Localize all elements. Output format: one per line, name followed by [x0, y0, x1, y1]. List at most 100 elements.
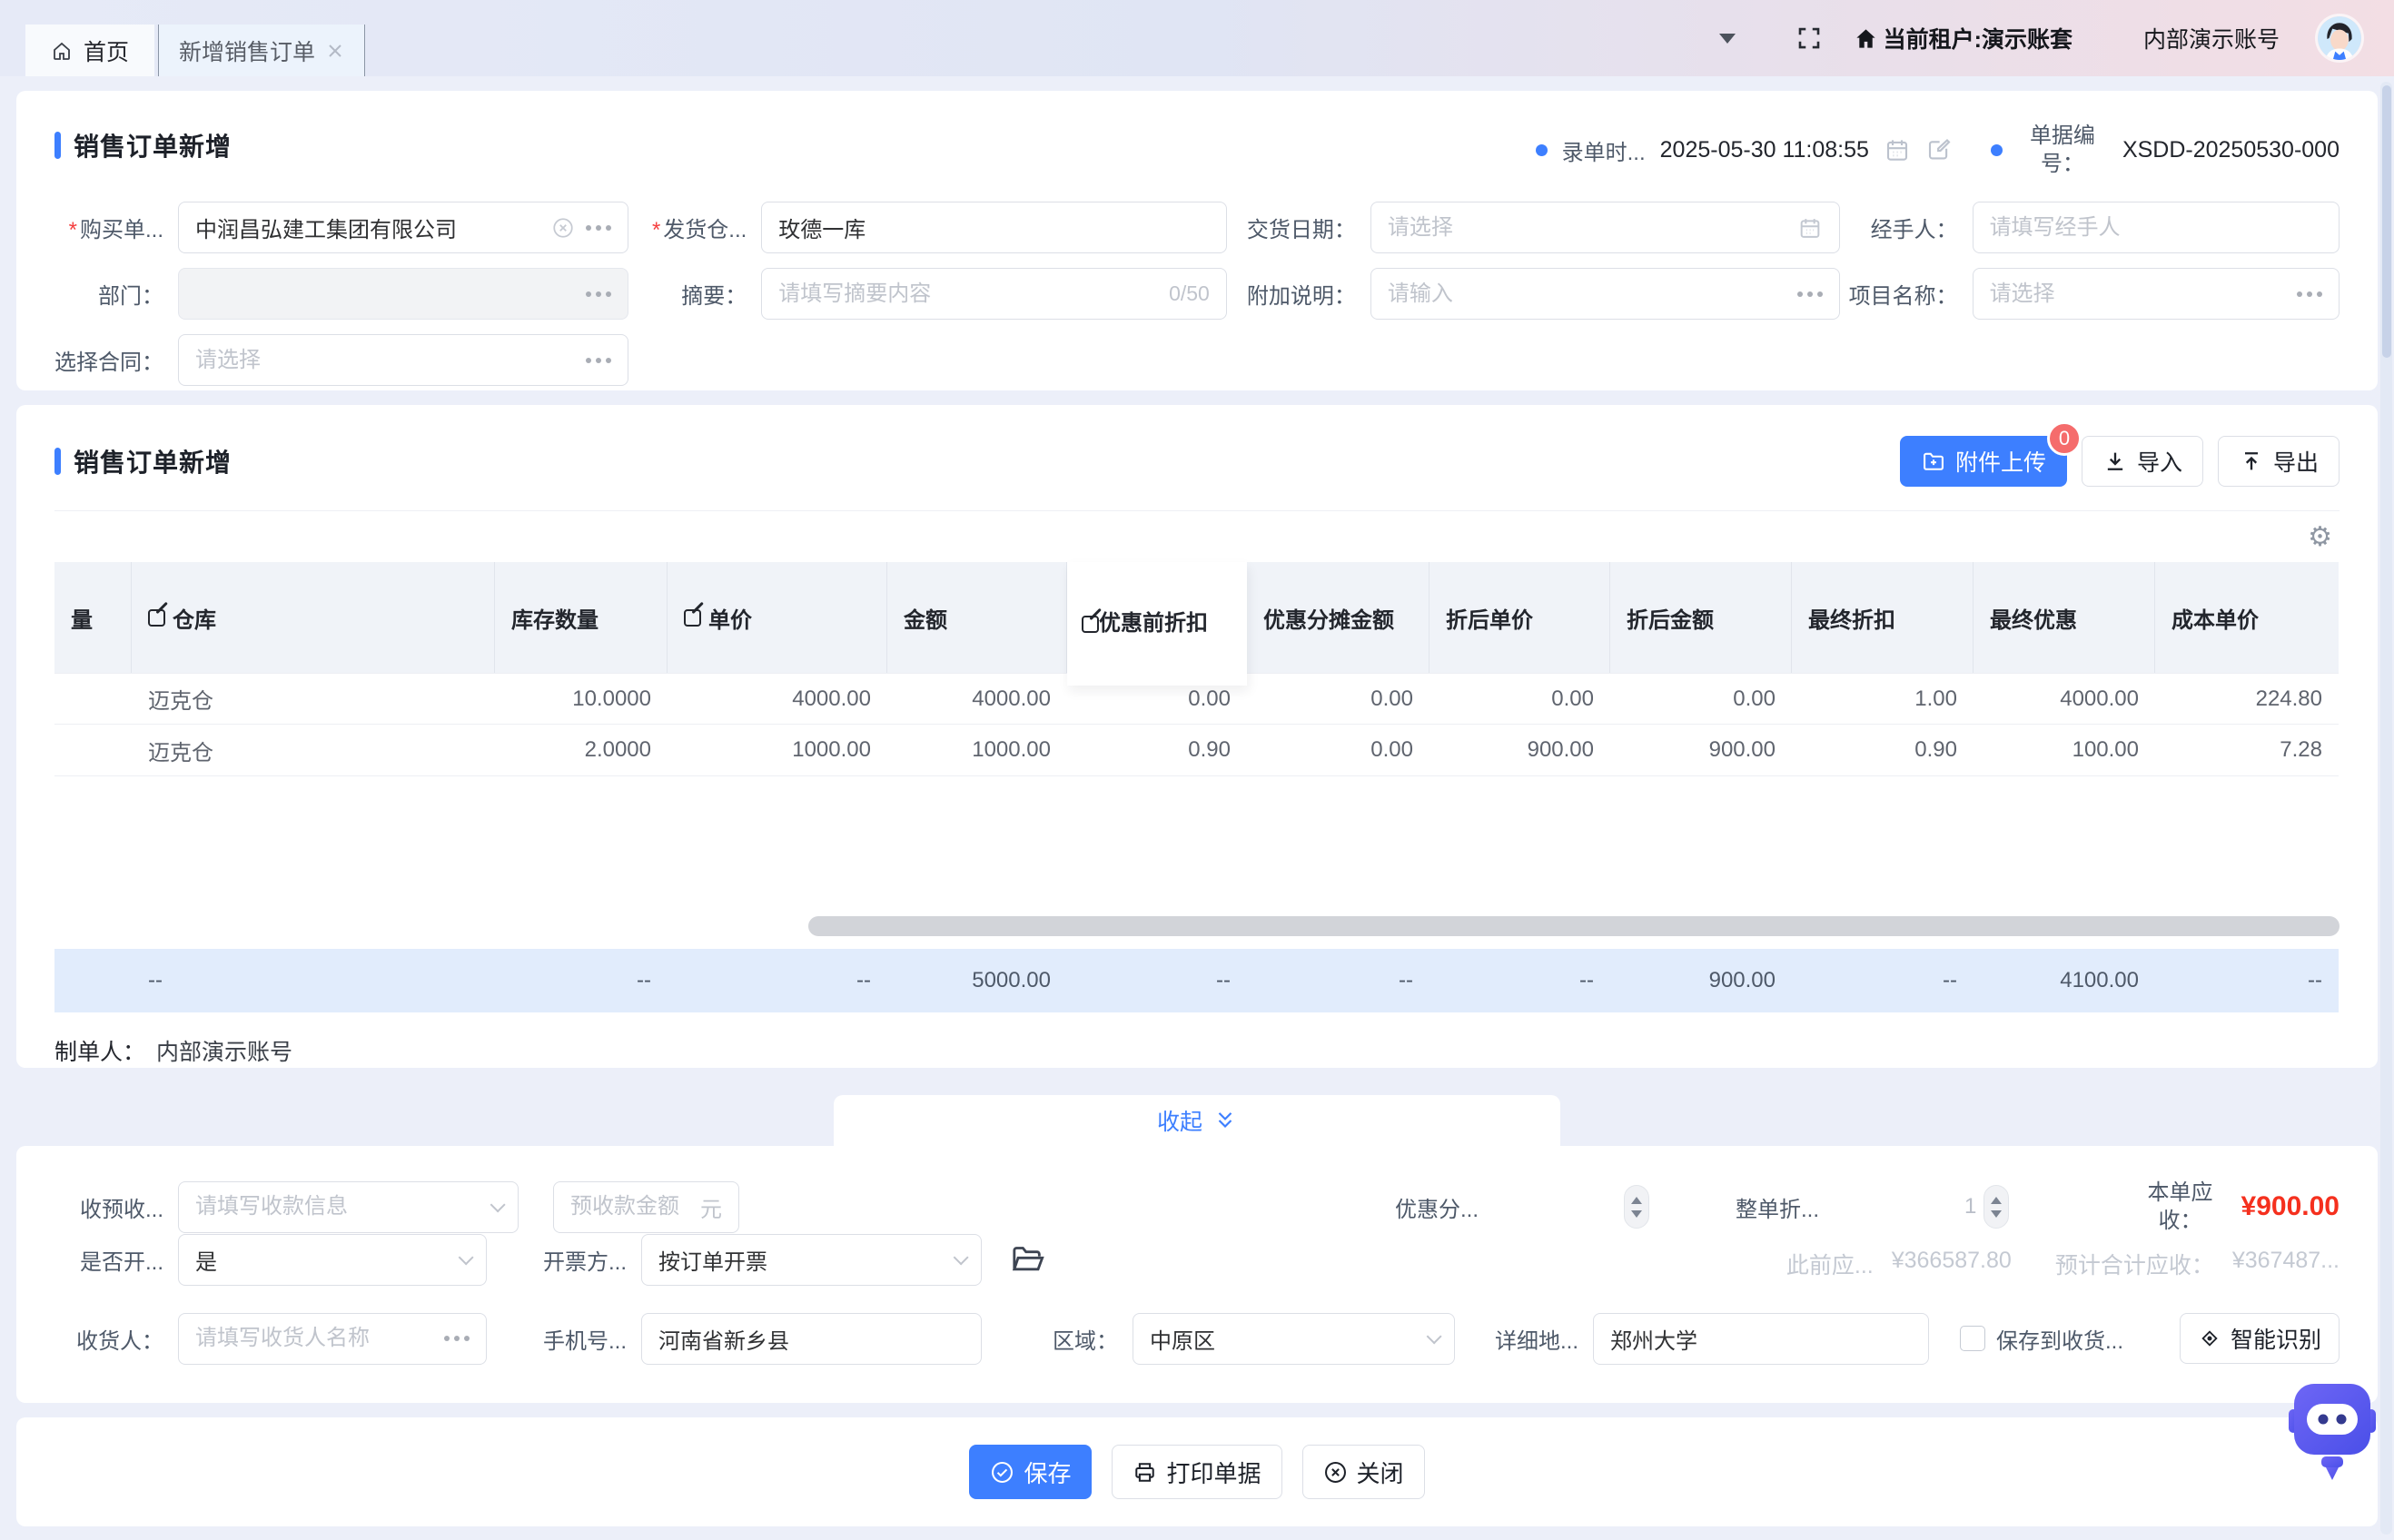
extra-note-input[interactable] [1388, 281, 1788, 307]
fullscreen-icon[interactable] [1796, 25, 1823, 52]
more-options-icon[interactable] [586, 225, 611, 231]
import-label: 导入 [2137, 445, 2182, 478]
contract-input[interactable] [195, 348, 577, 373]
summary-cell: -- [1247, 949, 1429, 1012]
save-button[interactable]: 保存 [969, 1445, 1092, 1499]
summary-cell: -- [1067, 949, 1247, 1012]
save-to-address-checkbox[interactable] [1960, 1326, 1985, 1351]
advance-amount-input[interactable] [570, 1194, 691, 1219]
receipt-input[interactable] [195, 1194, 481, 1219]
calendar-icon[interactable] [1797, 215, 1823, 241]
export-button[interactable]: 导出 [2218, 436, 2340, 487]
user-avatar[interactable] [2318, 16, 2361, 60]
address-label: 详细地... [1488, 1323, 1578, 1355]
table-cell [54, 673, 132, 725]
summary-row: ------5000.00------900.00--4100.00-- [54, 949, 2339, 1012]
tab-close-icon[interactable] [326, 42, 344, 60]
clear-icon[interactable] [551, 216, 575, 240]
doc-no-value: XSDD-20250530-000 [2122, 137, 2340, 163]
warehouse-input-box[interactable] [761, 202, 1227, 253]
region-select[interactable]: 中原区 [1133, 1313, 1455, 1365]
diamond-scan-icon [2198, 1327, 2221, 1350]
more-options-icon[interactable] [586, 358, 611, 363]
record-time-value: 2025-05-30 11:08:55 [1660, 137, 1869, 163]
maker-label: 制单人： [54, 1034, 145, 1067]
address-input[interactable] [1610, 1326, 1912, 1351]
buyer-input-box[interactable] [178, 202, 628, 253]
chevron-down-icon [954, 1249, 969, 1265]
column-header-discounted-amount: 折后金额 [1610, 562, 1792, 673]
warehouse-input[interactable] [778, 215, 1210, 241]
horizontal-scrollbar[interactable] [808, 916, 2340, 936]
project-input-box[interactable] [1973, 268, 2340, 320]
consignee-label: 收货人： [54, 1323, 163, 1355]
folder-icon[interactable] [1009, 1241, 1045, 1278]
printer-icon [1133, 1460, 1157, 1485]
column-header-stock-qty: 库存数量 [495, 562, 668, 673]
table-cell: 1.00 [1792, 673, 1974, 725]
discount-share-stepper[interactable] [1624, 1185, 1649, 1229]
delivery-date-input-box[interactable] [1370, 202, 1840, 253]
tab-home[interactable]: 首页 [25, 25, 154, 76]
import-button[interactable]: 导入 [2082, 436, 2203, 487]
whole-discount-stepper[interactable] [1983, 1185, 2009, 1229]
department-input-box[interactable] [178, 268, 628, 320]
close-label: 关闭 [1357, 1456, 1404, 1489]
tenant-info[interactable]: 当前租户:演示账套 [1854, 22, 2072, 54]
smart-recognize-button[interactable]: 智能识别 [2180, 1313, 2340, 1364]
table-cell: 224.80 [2155, 673, 2339, 725]
vertical-scrollbar[interactable] [2380, 82, 2392, 1535]
consignee-input-box[interactable] [178, 1313, 487, 1365]
consignee-input[interactable] [195, 1326, 435, 1351]
invoice-method-select[interactable]: 按订单开票 [641, 1234, 982, 1286]
address-input-box[interactable] [1593, 1313, 1929, 1365]
dropdown-caret-icon[interactable] [1719, 34, 1736, 44]
buyer-input[interactable] [195, 215, 542, 241]
advance-amount-box[interactable]: 元 [553, 1181, 739, 1233]
phone-input[interactable] [658, 1326, 965, 1351]
handler-input[interactable] [1990, 215, 2322, 241]
region-value: 中原区 [1150, 1323, 1418, 1355]
tab-active-label: 新增销售订单 [179, 35, 315, 67]
tab-new-sales-order[interactable]: 新增销售订单 [158, 25, 365, 76]
table-cell: 2.0000 [495, 725, 668, 776]
extra-note-input-box[interactable] [1370, 268, 1840, 320]
column-header-amount: 金额 [887, 562, 1067, 673]
summary-field: 摘要： 0/50 [638, 268, 1227, 320]
column-header-pre-discount: 优惠前折扣 [1067, 562, 1247, 673]
receipt-select[interactable] [178, 1181, 519, 1233]
account-label[interactable]: 内部演示账号 [2143, 22, 2280, 54]
more-options-icon[interactable] [1797, 291, 1823, 297]
edit-icon[interactable] [1925, 136, 1953, 163]
extra-note-label: 附加说明： [1236, 278, 1356, 310]
assistant-robot-button[interactable] [2289, 1377, 2376, 1482]
more-options-icon[interactable] [2297, 291, 2322, 297]
collapse-toggle[interactable]: 收起 [834, 1095, 1560, 1146]
invoice-select[interactable]: 是 [178, 1234, 487, 1286]
calendar-icon[interactable] [1884, 136, 1911, 163]
prev-due-value: ¥366587.80 [1892, 1248, 2012, 1280]
handler-label: 经手人： [1849, 212, 1958, 243]
tab-strip: 首页 新增销售订单 [25, 25, 365, 76]
amount-summary-panel: 优惠分... 整单折... 1 本单应收： ¥900.00 此前应... ¥36… [1395, 1180, 2340, 1280]
table-cell: 1000.00 [668, 725, 887, 776]
project-input[interactable] [1990, 281, 2288, 307]
summary-cell: -- [2155, 949, 2339, 1012]
page-title: 销售订单新增 [74, 127, 232, 163]
contract-input-box[interactable] [178, 334, 628, 386]
table-row[interactable]: 迈克仓2.00001000.001000.000.900.00900.00900… [54, 725, 2339, 776]
phone-input-box[interactable] [641, 1313, 982, 1365]
column-settings-gear-icon[interactable]: ⚙ [2308, 521, 2332, 553]
summary-input[interactable] [778, 281, 1160, 307]
more-options-icon[interactable] [586, 291, 611, 297]
summary-input-box[interactable]: 0/50 [761, 268, 1227, 320]
close-button[interactable]: 关闭 [1302, 1445, 1425, 1499]
attach-upload-button[interactable]: 附件上传 [1900, 436, 2067, 487]
buyer-field: 购买单... [54, 202, 628, 253]
handler-input-box[interactable] [1973, 202, 2340, 253]
doc-no-dot-icon [1991, 144, 2003, 156]
due-label: 本单应收： [2132, 1179, 2229, 1235]
delivery-date-input[interactable] [1388, 215, 1788, 241]
more-options-icon[interactable] [444, 1336, 470, 1341]
print-button[interactable]: 打印单据 [1112, 1445, 1281, 1499]
